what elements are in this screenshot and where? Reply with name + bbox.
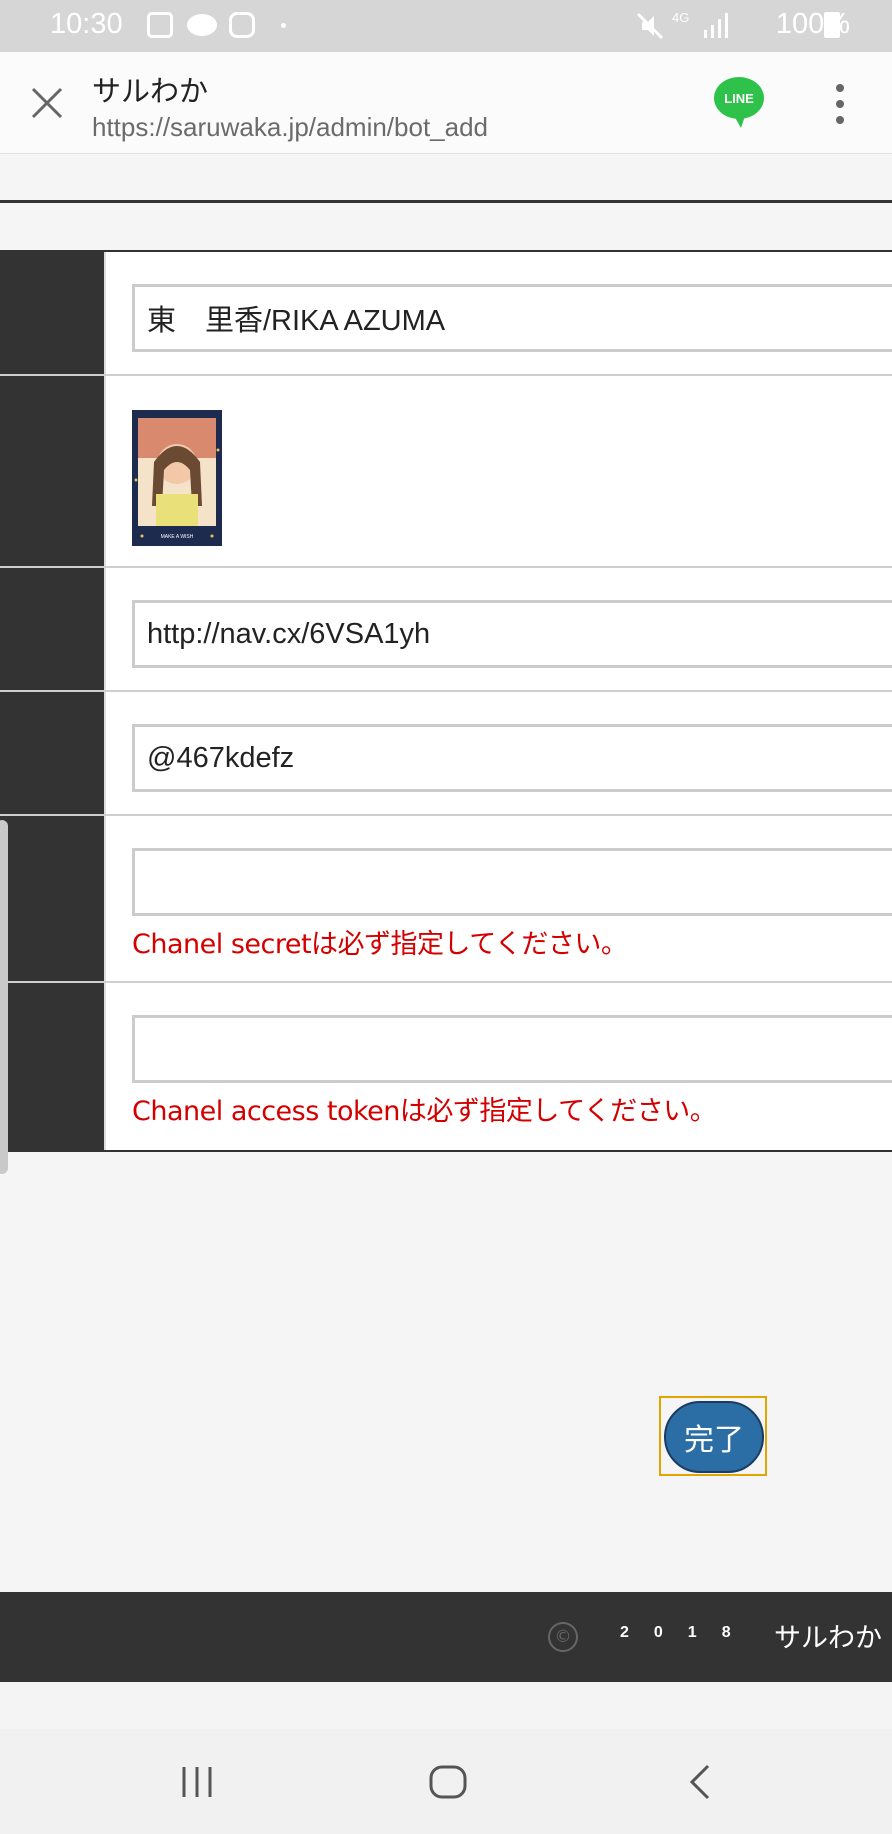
form-row-access-token: Chanel access tokenは必ず指定してください。 — [0, 983, 892, 1150]
submit-button[interactable]: 完了 — [659, 1396, 767, 1476]
mute-icon — [636, 12, 664, 40]
more-options-icon[interactable] — [832, 82, 848, 126]
dot-icon — [281, 23, 286, 28]
flag-icon — [147, 12, 173, 38]
home-icon[interactable] — [428, 1764, 468, 1800]
access-token-input[interactable] — [132, 1015, 892, 1083]
signal-icon — [704, 13, 728, 38]
row-label — [0, 816, 106, 981]
image-caption: MAKE A WISH — [161, 534, 194, 540]
line-badge-text: LINE — [724, 91, 754, 106]
status-bar: 10:30 4G 100% — [0, 0, 892, 52]
submit-button-label: 完了 — [664, 1401, 764, 1473]
channel-secret-error: Chanel secretは必ず指定してください。 — [132, 929, 628, 960]
name-input[interactable] — [132, 284, 892, 352]
instagram-icon — [229, 12, 255, 38]
copyright-icon: © — [548, 1622, 578, 1652]
footer-brand: サルわか — [774, 1623, 882, 1654]
form-row-url — [0, 568, 892, 692]
access-token-error: Chanel access tokenは必ず指定してください。 — [132, 1096, 717, 1127]
form-row-name — [0, 252, 892, 376]
form-row-channel-secret: Chanel secretは必ず指定してください。 — [0, 816, 892, 983]
footer-year: 2018 — [620, 1624, 756, 1641]
recent-apps-icon[interactable] — [180, 1765, 216, 1799]
footer: © 2018 サルわか — [0, 1592, 892, 1682]
url-input[interactable] — [132, 600, 892, 668]
edge-panel-handle[interactable] — [0, 820, 8, 1174]
row-label — [0, 983, 106, 1150]
row-label — [0, 376, 106, 566]
back-icon[interactable] — [686, 1763, 714, 1801]
line-icon[interactable]: LINE — [711, 74, 767, 130]
row-label — [0, 252, 106, 374]
row-label — [0, 568, 106, 690]
4g-icon: 4G — [672, 10, 690, 25]
profile-image[interactable]: MAKE A WISH — [132, 410, 222, 546]
form-row-image: MAKE A WISH — [0, 376, 892, 568]
status-time: 10:30 — [50, 8, 123, 40]
browser-toolbar: サルわか https://saruwaka.jp/admin/bot_add L… — [0, 52, 892, 154]
cloud-icon — [187, 14, 217, 36]
page-title: サルわか — [92, 74, 209, 108]
bot-add-form: MAKE A WISH Chanel secretは必ず指定してください。 — [0, 250, 892, 1152]
battery-icon — [824, 12, 840, 38]
line-id-input[interactable] — [132, 724, 892, 792]
page-url[interactable]: https://saruwaka.jp/admin/bot_add — [92, 112, 488, 143]
form-row-line-id — [0, 692, 892, 816]
close-icon[interactable] — [30, 86, 64, 120]
row-label — [0, 692, 106, 814]
divider — [0, 200, 892, 203]
page-content: MAKE A WISH Chanel secretは必ず指定してください。 — [0, 154, 892, 1680]
system-nav-bar — [0, 1729, 892, 1834]
channel-secret-input[interactable] — [132, 848, 892, 916]
